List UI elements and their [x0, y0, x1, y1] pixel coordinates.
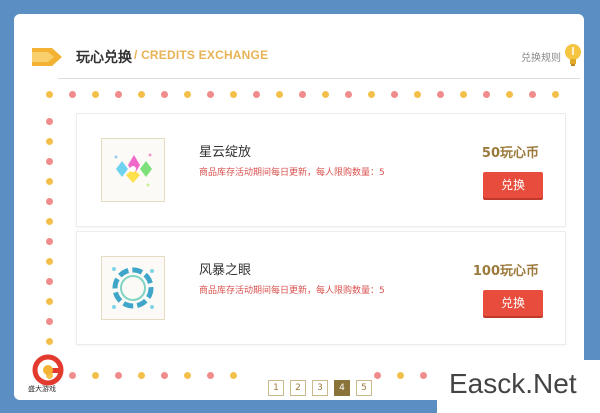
- decorative-dot: [230, 372, 237, 379]
- item-price: 50玩心币: [481, 146, 539, 161]
- header-tag-icon: [32, 48, 62, 66]
- decorative-dot: [46, 218, 53, 225]
- decorative-dot: [46, 198, 53, 205]
- decorative-dot: [420, 372, 427, 379]
- decorative-dot: [207, 91, 214, 98]
- decorative-dot: [115, 91, 122, 98]
- page-button[interactable]: 5: [356, 380, 372, 396]
- watermark: Easck.Net: [437, 360, 600, 413]
- decorative-dot: [374, 372, 381, 379]
- pagination: 1 2 3 4 5: [268, 380, 372, 396]
- decorative-dot: [92, 372, 99, 379]
- decorative-dot: [276, 91, 283, 98]
- decorative-dot: [506, 91, 513, 98]
- decorative-dot: [46, 91, 53, 98]
- decorative-dot: [46, 238, 53, 245]
- decorative-dot: [299, 91, 306, 98]
- decorative-dot: [184, 91, 191, 98]
- decorative-dot: [138, 91, 145, 98]
- item-name: 星云绽放: [199, 145, 252, 160]
- decorative-dot: [437, 91, 444, 98]
- decorative-dot: [391, 91, 398, 98]
- decorative-dot: [230, 91, 237, 98]
- decorative-dot: [92, 91, 99, 98]
- exchange-button[interactable]: 兑换: [483, 290, 543, 316]
- item-desc: 商品库存活动期间每日更新，每人限购数量：5: [199, 286, 385, 296]
- header-divider: [58, 78, 580, 79]
- decorative-dot: [414, 91, 421, 98]
- decorative-dot: [397, 372, 404, 379]
- page-subtitle: / CREDITS EXCHANGE: [134, 48, 269, 62]
- storm-eye-icon: [112, 267, 154, 309]
- page-title: 玩心兑换: [76, 50, 132, 66]
- decorative-dot: [483, 91, 490, 98]
- watermark-text: Easck.Net: [449, 368, 577, 399]
- decorative-dot: [161, 91, 168, 98]
- item-name: 风暴之眼: [199, 263, 252, 278]
- decorative-dot: [529, 91, 536, 98]
- decorative-dot: [69, 91, 76, 98]
- logo-text: 盛大游戏: [28, 385, 56, 393]
- exchange-rules-link[interactable]: 兑换规则: [521, 49, 561, 64]
- decorative-dot: [115, 372, 122, 379]
- decorative-dot: [46, 118, 53, 125]
- decorative-dot: [207, 372, 214, 379]
- page-button[interactable]: 3: [312, 380, 328, 396]
- decorative-dot: [552, 91, 559, 98]
- decorative-dot: [46, 158, 53, 165]
- item-desc: 商品库存活动期间每日更新，每人限购数量：5: [199, 168, 385, 178]
- decorative-dot: [460, 91, 467, 98]
- page-button[interactable]: 2: [290, 380, 306, 396]
- page-button-active[interactable]: 4: [334, 380, 350, 396]
- decorative-dot: [138, 372, 145, 379]
- lightbulb-icon[interactable]: [563, 42, 583, 68]
- decorative-dot: [161, 372, 168, 379]
- item-thumbnail: [101, 138, 165, 202]
- item-price: 100玩心币: [472, 264, 539, 279]
- decorative-dot: [46, 298, 53, 305]
- page-button[interactable]: 1: [268, 380, 284, 396]
- decorative-dot: [46, 318, 53, 325]
- decorative-dot: [46, 278, 53, 285]
- decorative-dot: [184, 372, 191, 379]
- decorative-dot: [368, 91, 375, 98]
- decorative-dot: [46, 138, 53, 145]
- exchange-panel: 玩心兑换 / CREDITS EXCHANGE 兑换规则 星云绽放 商品库存活动…: [14, 14, 584, 400]
- list-item: 星云绽放 商品库存活动期间每日更新，每人限购数量：5 50玩心币 兑换: [76, 113, 566, 227]
- decorative-dot: [46, 258, 53, 265]
- item-thumbnail: [101, 256, 165, 320]
- exchange-button[interactable]: 兑换: [483, 172, 543, 198]
- decorative-dot: [46, 338, 53, 345]
- decorative-dot: [253, 91, 260, 98]
- nebula-bloom-icon: [114, 153, 152, 187]
- decorative-dot: [46, 178, 53, 185]
- decorative-dot: [345, 91, 352, 98]
- decorative-dot: [69, 372, 76, 379]
- list-item: 风暴之眼 商品库存活动期间每日更新，每人限购数量：5 100玩心币 兑换: [76, 231, 566, 345]
- decorative-dot: [322, 91, 329, 98]
